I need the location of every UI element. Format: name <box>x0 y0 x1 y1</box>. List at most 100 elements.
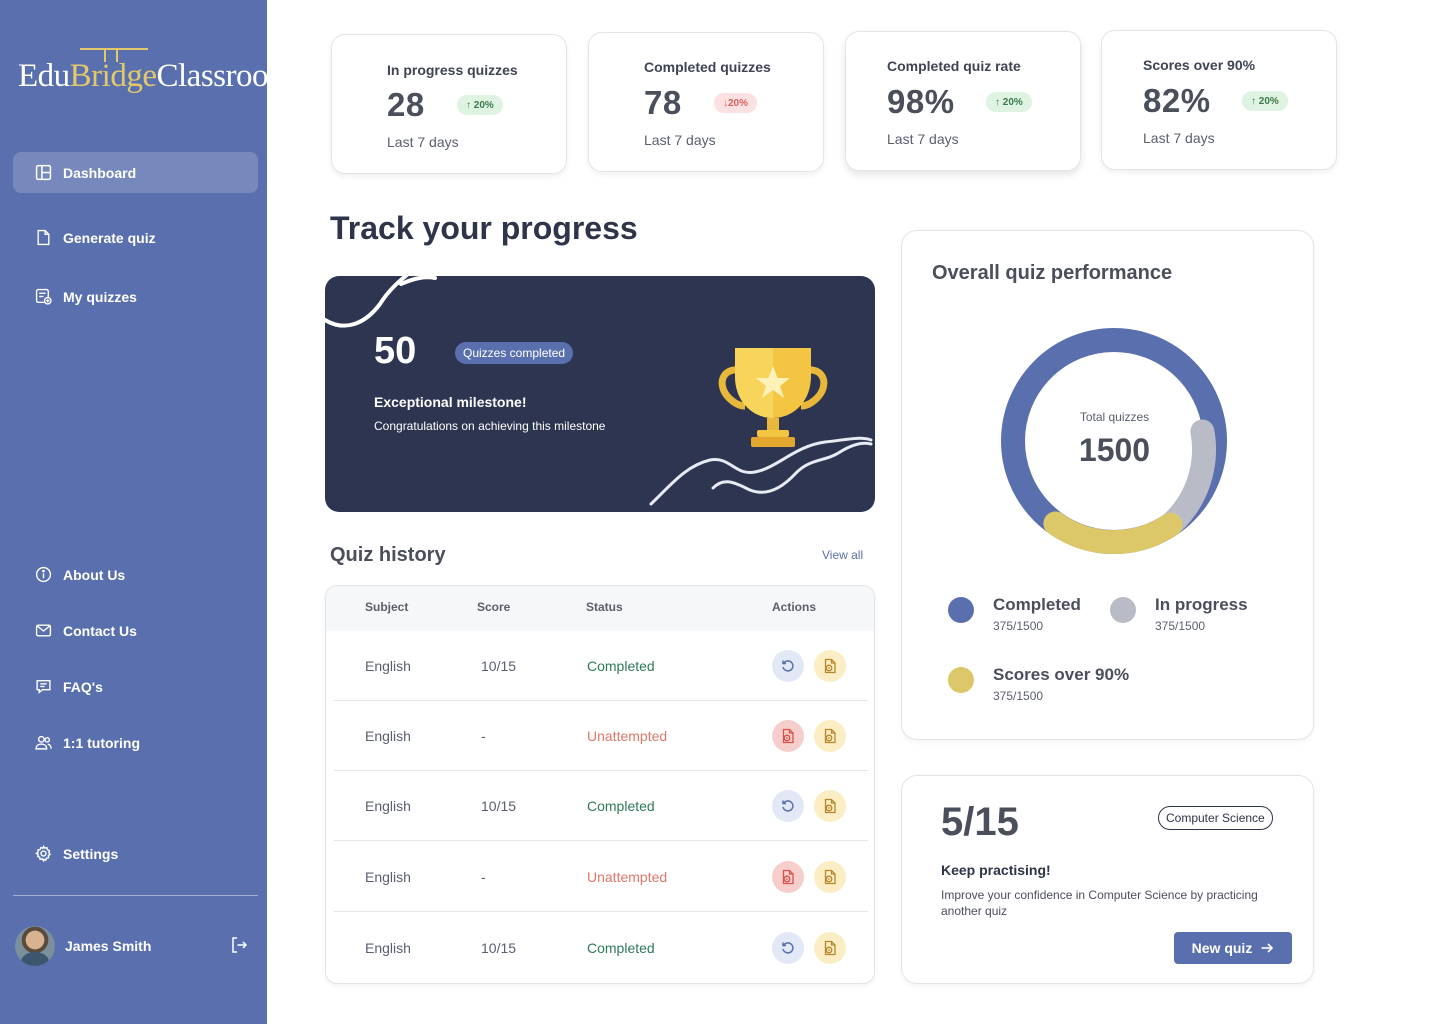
refresh-icon <box>782 942 794 954</box>
quiz-history-title: Quiz history <box>330 544 446 566</box>
gear-icon <box>35 845 52 862</box>
sidebar-item-about-us[interactable]: About Us <box>13 554 258 595</box>
subject-cell: English <box>365 869 411 885</box>
retry-button[interactable] <box>772 650 804 682</box>
arrow-up-icon: ↑ <box>466 99 474 111</box>
dashboard-icon <box>35 164 52 181</box>
view-all-link[interactable]: View all <box>822 548 863 562</box>
milestone-message: Congratulations on achieving this milest… <box>374 419 606 433</box>
performance-title: Overall quiz performance <box>932 262 1173 284</box>
stat-card-completed: Completed quizzes 78 ↓ 20% Last 7 days <box>588 32 824 172</box>
sidebar-item-label: Contact Us <box>63 622 137 639</box>
column-header: Status <box>586 600 623 614</box>
brand-name-part: Classroom <box>156 58 294 94</box>
sidebar-item-label: FAQ's <box>63 678 103 695</box>
info-icon <box>35 566 52 583</box>
view-quiz-button[interactable] <box>814 650 846 682</box>
trophy-icon <box>718 348 828 447</box>
table-row[interactable]: English 10/15 Completed <box>334 631 868 701</box>
view-quiz-button[interactable] <box>814 932 846 964</box>
sidebar-item-generate-quiz[interactable]: Generate quiz <box>13 217 258 258</box>
retry-button[interactable] <box>772 932 804 964</box>
quiz-history-table: Subject Score Status Actions English 10/… <box>325 585 875 984</box>
file-icon <box>35 229 52 246</box>
subject-cell: English <box>365 798 411 814</box>
milestone-count: 50 <box>374 330 417 372</box>
sidebar-item-contact-us[interactable]: Contact Us <box>13 610 258 651</box>
table-row[interactable]: English 10/15 Completed <box>334 913 868 983</box>
refresh-icon <box>782 800 794 812</box>
stat-label: Scores over 90% <box>1143 57 1256 73</box>
table-row[interactable]: English - Unattempted <box>334 701 868 771</box>
sidebar-item-dashboard[interactable]: Dashboard <box>13 152 258 193</box>
file-play-icon <box>824 798 836 814</box>
legend-name: Completed <box>993 595 1081 614</box>
file-play-icon <box>824 728 836 744</box>
sidebar-item-tutoring[interactable]: 1:1 tutoring <box>13 722 258 763</box>
column-header: Actions <box>772 600 817 614</box>
legend-name: Scores over 90% <box>993 665 1130 684</box>
stat-period: Last 7 days <box>887 131 959 147</box>
milestone-pill: Quizzes completed <box>455 342 574 364</box>
refresh-icon <box>782 660 794 672</box>
score-cell: 10/15 <box>481 940 517 956</box>
user-name: James Smith <box>65 938 152 954</box>
table-row[interactable]: English - Unattempted <box>334 842 868 912</box>
logout-icon[interactable] <box>230 936 248 954</box>
user-profile[interactable]: James Smith <box>15 926 255 966</box>
table-row[interactable]: English 10/15 Completed <box>334 771 868 841</box>
sidebar-item-label: Settings <box>63 845 119 862</box>
file-play-icon <box>824 869 836 885</box>
sidebar-item-label: 1:1 tutoring <box>63 734 140 751</box>
brand-name: EduBridgeClassroom <box>18 58 294 95</box>
view-quiz-button[interactable] <box>814 720 846 752</box>
view-quiz-button[interactable] <box>814 790 846 822</box>
file-play-icon <box>824 658 836 674</box>
practice-card: 5/15 Computer Science Keep practising! I… <box>901 775 1314 984</box>
milestone-title: Exceptional milestone! <box>374 394 527 410</box>
score-cell: 10/15 <box>481 658 517 674</box>
file-play-icon <box>824 940 836 956</box>
trend-value: 20% <box>728 97 749 109</box>
start-quiz-button[interactable] <box>772 720 804 752</box>
subject-cell: English <box>365 728 411 744</box>
start-quiz-button[interactable] <box>772 861 804 893</box>
avatar[interactable] <box>15 926 55 966</box>
view-quiz-button[interactable] <box>814 861 846 893</box>
subject-cell: English <box>365 658 411 674</box>
sidebar-item-label: About Us <box>63 566 126 583</box>
page-title: Track your progress <box>330 210 638 246</box>
sidebar-item-my-quizzes[interactable]: My quizzes <box>13 276 258 317</box>
trend-value: 20% <box>473 99 494 111</box>
chat-icon <box>35 678 52 695</box>
stat-value: 82% <box>1143 82 1211 119</box>
brand-logo[interactable]: EduBridgeClassroom <box>16 48 294 98</box>
legend-value: 375/1500 <box>1155 619 1206 633</box>
stat-period: Last 7 days <box>1143 130 1215 146</box>
mail-icon <box>35 622 52 639</box>
users-icon <box>35 734 52 751</box>
sidebar-item-faqs[interactable]: FAQ's <box>13 666 258 707</box>
sidebar-item-label: My quizzes <box>63 288 137 305</box>
legend-dot <box>948 667 974 693</box>
sidebar-item-settings[interactable]: Settings <box>13 833 258 874</box>
status-cell: Completed <box>587 798 655 814</box>
new-quiz-button[interactable]: New quiz <box>1174 932 1292 964</box>
logo-bridge-mark <box>80 48 148 56</box>
stat-card-scores-over-90: Scores over 90% 82% ↑ 20% Last 7 days <box>1101 30 1337 170</box>
score-cell: 10/15 <box>481 798 517 814</box>
legend-dot <box>1110 597 1136 623</box>
stat-card-in-progress: In progress quizzes 28 ↑ 20% Last 7 days <box>331 34 567 174</box>
column-header: Score <box>477 600 511 614</box>
stat-period: Last 7 days <box>644 132 716 148</box>
stat-label: Completed quiz rate <box>887 58 1021 74</box>
stat-label: In progress quizzes <box>387 62 518 78</box>
trend-up-badge: ↑ 20% <box>986 92 1032 112</box>
retry-button[interactable] <box>772 790 804 822</box>
column-header: Subject <box>365 600 409 614</box>
brand-name-part: Bridge <box>69 58 157 94</box>
score-cell: - <box>481 728 486 744</box>
sidebar-item-label: Generate quiz <box>63 229 156 246</box>
arrow-up-icon: ↑ <box>995 96 1003 108</box>
trend-value: 20% <box>1258 95 1279 107</box>
